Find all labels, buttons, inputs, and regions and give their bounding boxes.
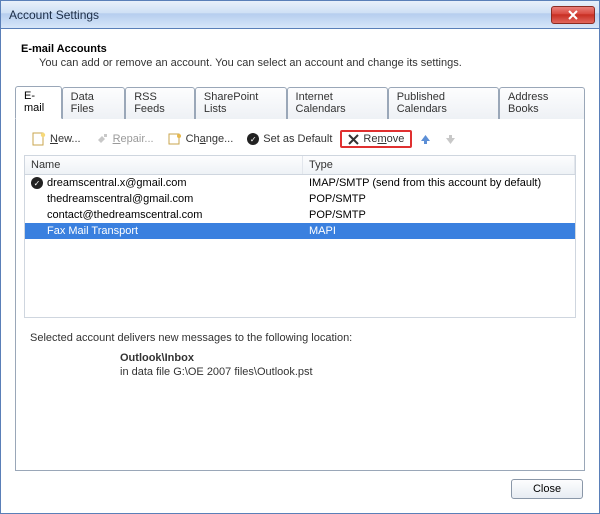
account-name: dreamscentral.x@gmail.com bbox=[47, 177, 187, 189]
header-subtitle: You can add or remove an account. You ca… bbox=[21, 57, 579, 69]
close-button[interactable]: Close bbox=[511, 479, 583, 499]
arrow-up-icon bbox=[420, 134, 431, 145]
tab-rss-feeds[interactable]: RSS Feeds bbox=[125, 87, 195, 119]
account-type: POP/SMTP bbox=[303, 208, 575, 222]
move-down-button bbox=[439, 131, 462, 148]
tab-published-calendars[interactable]: Published Calendars bbox=[388, 87, 499, 119]
account-type: POP/SMTP bbox=[303, 192, 575, 206]
tab-data-files[interactable]: Data Files bbox=[62, 87, 126, 119]
set-default-button[interactable]: ✓ Set as Default bbox=[241, 130, 338, 148]
header-title: E-mail Accounts bbox=[21, 43, 579, 55]
dialog-button-row: Close bbox=[15, 471, 585, 499]
repair-icon bbox=[95, 132, 109, 146]
table-row[interactable]: thedreamscentral@gmail.com POP/SMTP bbox=[25, 191, 575, 207]
default-account-icon: ✓ bbox=[31, 177, 43, 189]
tab-label: Internet Calendars bbox=[296, 91, 346, 115]
tab-label: RSS Feeds bbox=[134, 91, 165, 115]
dialog-body: E-mail Accounts You can add or remove an… bbox=[1, 29, 599, 513]
header-block: E-mail Accounts You can add or remove an… bbox=[15, 39, 585, 79]
tab-label: Data Files bbox=[71, 91, 94, 115]
column-header-name[interactable]: Name bbox=[25, 156, 303, 174]
table-row[interactable]: Fax Mail Transport MAPI bbox=[25, 223, 575, 239]
repair-button: Repair... bbox=[89, 129, 160, 149]
tab-label: E-mail bbox=[24, 90, 44, 114]
delivery-info: Selected account delivers new messages t… bbox=[24, 318, 576, 380]
titlebar: Account Settings bbox=[1, 1, 599, 29]
accounts-grid: Name Type ✓ dreamscentral.x@gmail.com IM… bbox=[24, 155, 576, 318]
toolbar: New... Repair... Change... ✓ Set as Defa… bbox=[24, 127, 576, 155]
change-label: Change... bbox=[186, 133, 234, 145]
move-up-button[interactable] bbox=[414, 131, 437, 148]
table-row[interactable]: contact@thedreamscentral.com POP/SMTP bbox=[25, 207, 575, 223]
window-title: Account Settings bbox=[9, 8, 551, 22]
delivery-path: in data file G:\OE 2007 files\Outlook.ps… bbox=[30, 366, 570, 378]
new-icon bbox=[32, 132, 46, 146]
remove-button[interactable]: Remove bbox=[340, 130, 412, 148]
close-button-label: Close bbox=[533, 483, 561, 495]
remove-icon bbox=[348, 134, 359, 145]
account-name: contact@thedreamscentral.com bbox=[47, 209, 202, 221]
set-default-label: Set as Default bbox=[263, 133, 332, 145]
tab-sharepoint-lists[interactable]: SharePoint Lists bbox=[195, 87, 287, 119]
new-label: New... bbox=[50, 133, 81, 145]
change-button[interactable]: Change... bbox=[162, 129, 240, 149]
default-icon: ✓ bbox=[247, 133, 259, 145]
delivery-location: Outlook\Inbox bbox=[120, 352, 194, 364]
account-name: Fax Mail Transport bbox=[47, 225, 138, 237]
account-type: IMAP/SMTP (send from this account by def… bbox=[303, 176, 575, 190]
grid-body: ✓ dreamscentral.x@gmail.com IMAP/SMTP (s… bbox=[25, 175, 575, 317]
delivery-caption: Selected account delivers new messages t… bbox=[30, 332, 570, 344]
tab-email[interactable]: E-mail bbox=[15, 86, 62, 119]
repair-label: Repair... bbox=[113, 133, 154, 145]
new-button[interactable]: New... bbox=[26, 129, 87, 149]
window-close-button[interactable] bbox=[551, 6, 595, 24]
tab-label: Address Books bbox=[508, 91, 548, 115]
column-header-type[interactable]: Type bbox=[303, 156, 575, 174]
tab-address-books[interactable]: Address Books bbox=[499, 87, 585, 119]
arrow-down-icon bbox=[445, 134, 456, 145]
tab-label: Published Calendars bbox=[397, 91, 447, 115]
remove-label: Remove bbox=[363, 133, 404, 145]
account-type: MAPI bbox=[303, 224, 575, 238]
table-row[interactable]: ✓ dreamscentral.x@gmail.com IMAP/SMTP (s… bbox=[25, 175, 575, 191]
account-settings-window: Account Settings E-mail Accounts You can… bbox=[0, 0, 600, 514]
change-icon bbox=[168, 132, 182, 146]
tabstrip: E-mail Data Files RSS Feeds SharePoint L… bbox=[15, 85, 585, 118]
account-name: thedreamscentral@gmail.com bbox=[47, 193, 193, 205]
tab-panel-email: New... Repair... Change... ✓ Set as Defa… bbox=[15, 118, 585, 471]
tab-internet-calendars[interactable]: Internet Calendars bbox=[287, 87, 388, 119]
tab-label: SharePoint Lists bbox=[204, 91, 258, 115]
close-icon bbox=[568, 10, 578, 20]
grid-header: Name Type bbox=[25, 156, 575, 175]
